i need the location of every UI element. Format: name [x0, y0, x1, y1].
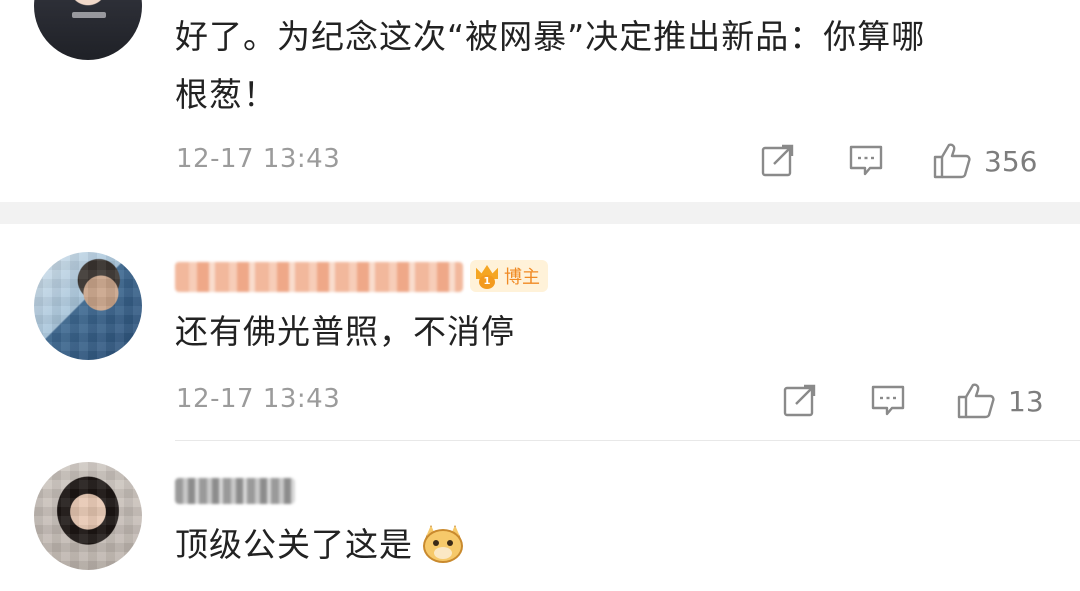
comment-divider: [175, 440, 1080, 441]
avatar[interactable]: [34, 252, 142, 360]
like-button[interactable]: 13: [956, 382, 1044, 420]
comment-text: 顶级公关了这是: [175, 516, 465, 574]
author-badge: 1 博主: [470, 260, 548, 292]
like-count: 13: [1008, 384, 1044, 418]
comment-button[interactable]: [848, 142, 884, 178]
badge-rank: 1: [479, 275, 495, 289]
comment-button[interactable]: [870, 382, 906, 418]
like-count: 356: [984, 144, 1038, 178]
username-blurred[interactable]: [175, 262, 463, 292]
avatar-shirt-print: [72, 12, 106, 18]
avatar[interactable]: [34, 462, 142, 570]
doge-emoji-icon: [421, 525, 465, 565]
like-button[interactable]: 356: [932, 142, 1037, 180]
thumbs-up-icon: [957, 383, 995, 419]
share-icon: [761, 144, 794, 177]
comment-timestamp: 12-17 13:43: [176, 384, 341, 414]
comment-feed: 好了。为纪念这次“被网暴”决定推出新品：你算哪 根葱！ 12-17 13:43: [0, 0, 1080, 591]
share-icon: [783, 384, 816, 417]
comment-text-content: 顶级公关了这是: [175, 525, 413, 564]
comment-text: 还有佛光普照，不消停: [175, 312, 515, 351]
comment-icon: [849, 145, 883, 176]
crown-icon: 1: [474, 263, 500, 289]
comment-meta-row: 12-17 13:43 13: [0, 380, 1080, 420]
comment-text-line: 好了。为纪念这次“被网暴”决定推出新品：你算哪: [175, 17, 926, 56]
thumbs-up-icon: [933, 143, 971, 179]
comment-text-line: 根葱！: [175, 75, 277, 114]
section-divider: [0, 202, 1080, 224]
username-blurred[interactable]: [175, 478, 295, 504]
comment-meta-row: 12-17 13:43 356: [0, 140, 1080, 180]
comment-icon: [871, 385, 905, 416]
comment-text: 好了。为纪念这次“被网暴”决定推出新品：你算哪 根葱！: [175, 8, 1045, 124]
badge-label: 博主: [504, 267, 540, 288]
share-button[interactable]: [782, 382, 818, 418]
avatar[interactable]: [34, 0, 142, 60]
share-button[interactable]: [760, 142, 796, 178]
comment-timestamp: 12-17 13:43: [176, 144, 341, 174]
